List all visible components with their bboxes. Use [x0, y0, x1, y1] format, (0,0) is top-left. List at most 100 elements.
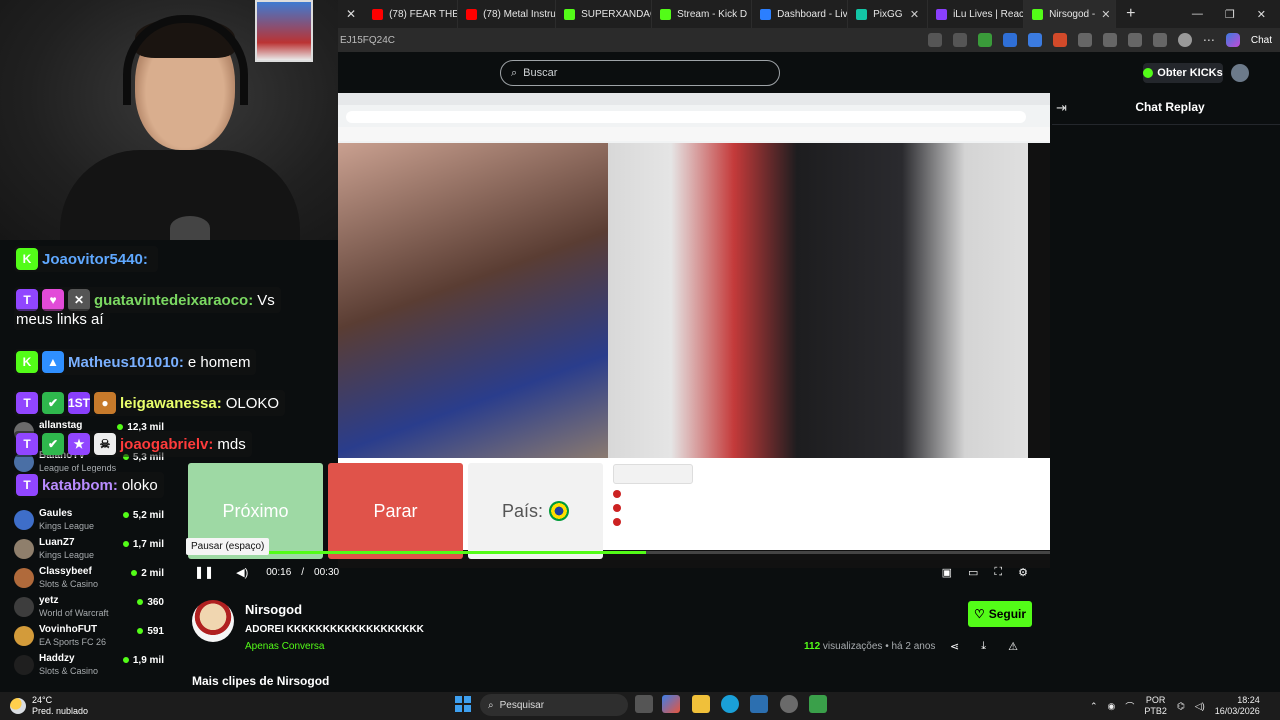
user-avatar[interactable]: [1231, 64, 1249, 82]
app-icon[interactable]: [750, 695, 768, 713]
file-explorer-icon[interactable]: [692, 695, 710, 713]
clip-icon[interactable]: ▣: [942, 566, 952, 579]
copilot-app-icon[interactable]: [662, 695, 680, 713]
obter-kicks-label: Obter KICKs: [1157, 67, 1223, 79]
theater-mode-icon[interactable]: ▭: [968, 566, 978, 579]
download-icon[interactable]: ⤓: [981, 640, 986, 653]
edge-icon[interactable]: [721, 695, 739, 713]
chat-message-text: oloko: [121, 476, 158, 494]
chat-message: T ✔ ★ ☠ joaogabrielv: mds: [14, 431, 252, 457]
obter-kicks-button[interactable]: Obter KICKs: [1143, 63, 1223, 83]
search-input[interactable]: ⌕ Buscar: [500, 60, 780, 86]
browser-tab[interactable]: Dashboard - Liv✕: [752, 0, 849, 28]
task-view-icon[interactable]: [635, 695, 653, 713]
time-total: 00:30: [314, 566, 340, 578]
weather-icon: [10, 698, 26, 714]
read-aloud-icon[interactable]: [927, 33, 942, 47]
language-indicator[interactable]: POR PTB2: [1144, 695, 1167, 717]
network-status-icon[interactable]: ⌬: [1177, 701, 1185, 712]
wall-poster: [255, 0, 313, 62]
chat-badge-icon: T: [16, 392, 38, 414]
pause-icon[interactable]: ❚❚: [194, 565, 214, 579]
browser-tab[interactable]: (78) Metal Instru✕: [458, 0, 557, 28]
weather-widget[interactable]: 24°C Pred. nublado: [10, 692, 88, 720]
chat-username: Joaovitor5440:: [42, 250, 148, 268]
volume-tray-icon[interactable]: ◁): [1195, 701, 1205, 712]
viewer-count: 360: [137, 597, 164, 608]
settings-icon[interactable]: ⚙: [1018, 566, 1028, 579]
chat-username: Matheus101010:: [68, 353, 184, 371]
weather-desc: Pred. nublado: [32, 706, 89, 716]
report-icon[interactable]: ⚠: [1008, 640, 1018, 653]
copilot-icon[interactable]: [1225, 33, 1240, 47]
browser-tab[interactable]: SUPERXANDAO✕: [556, 0, 653, 28]
favorites-icon[interactable]: [1127, 33, 1142, 47]
chat-badge-icon: T: [16, 474, 38, 496]
taskbar-search[interactable]: ⌕ Pesquisar: [480, 694, 628, 716]
chat-message-text: Vs: [257, 291, 275, 309]
country-label: País:: [501, 500, 544, 521]
browser-tab[interactable]: (78) FEAR THE C✕: [364, 0, 459, 28]
more-clips-heading: Mais clipes de Nirsogod: [192, 674, 330, 688]
browser-tab-bar: ✕ (78) FEAR THE C✕(78) Metal Instru✕SUPE…: [338, 0, 1280, 28]
extension-icon[interactable]: [1002, 33, 1017, 47]
viewer-count: 591: [137, 626, 164, 637]
search-icon: ⌕: [488, 699, 494, 711]
channel-name: Haddzy: [39, 653, 75, 664]
sidebar-channel-item[interactable]: VovinhoFUT EA Sports FC 26 591: [14, 624, 164, 652]
tab-close-icon[interactable]: ✕: [338, 7, 364, 21]
tab-close-icon[interactable]: ✕: [910, 8, 919, 21]
tray-app-icon[interactable]: ◉: [1108, 701, 1116, 712]
channel-avatar: [14, 597, 34, 617]
sidebar-channel-item[interactable]: Haddzy Slots & Casino 1,9 mil: [14, 653, 164, 681]
sidebar-channel-item[interactable]: yetz World of Warcraft 360: [14, 595, 164, 623]
tab-close-icon[interactable]: ✕: [1101, 8, 1110, 21]
maximize-icon[interactable]: ❐: [1225, 8, 1235, 21]
windows-start-icon[interactable]: [455, 696, 471, 712]
volume-icon[interactable]: ◀): [236, 566, 248, 579]
app-icon[interactable]: [809, 695, 827, 713]
tab-favicon-icon: [372, 8, 384, 20]
clock[interactable]: 18:24 16/03/2026: [1215, 695, 1260, 717]
viewer-count: 5,2 mil: [122, 510, 164, 521]
minimize-icon[interactable]: —: [1192, 8, 1203, 21]
network-icon[interactable]: ⌒: [1125, 700, 1134, 713]
browser-tab[interactable]: Stream - Kick D✕: [652, 0, 753, 28]
app-icon[interactable]: [780, 695, 798, 713]
chat-badge-icon: K: [16, 351, 38, 373]
channel-avatar[interactable]: [192, 600, 234, 642]
pause-tooltip: Pausar (espaço): [186, 538, 270, 555]
share-icon[interactable]: ⋖: [950, 640, 959, 653]
extensions-puzzle-icon[interactable]: [1077, 33, 1092, 47]
tabs-container: (78) FEAR THE C✕(78) Metal Instru✕SUPERX…: [364, 0, 1117, 28]
favorite-star-icon[interactable]: [952, 33, 967, 47]
more-menu-icon[interactable]: ⋯: [1203, 33, 1215, 47]
browser-tab[interactable]: iLu Lives | React✕: [928, 0, 1025, 28]
chat-badge-icon: 1ST: [68, 392, 90, 414]
category-link[interactable]: Apenas Conversa: [245, 641, 325, 652]
extension-icon[interactable]: [977, 33, 992, 47]
chat-button[interactable]: Chat: [1251, 35, 1272, 46]
channel-name: Classybeef: [39, 566, 92, 577]
browser-tab[interactable]: PixGG ✕: [848, 0, 929, 28]
weather-temp: 24°C: [32, 695, 53, 705]
channel-category: World of Warcraft: [39, 608, 109, 618]
extension-icon[interactable]: [1027, 33, 1042, 47]
posted-time: • há 2 anos: [885, 641, 936, 652]
extension-icon[interactable]: [1052, 33, 1067, 47]
follow-button[interactable]: ♡ Seguir: [968, 601, 1032, 627]
profile-avatar[interactable]: [1177, 33, 1192, 47]
window-close-icon[interactable]: ✕: [1257, 8, 1266, 21]
sidebar-channel-item[interactable]: Classybeef Slots & Casino 2 mil: [14, 566, 164, 594]
tray-chevron-icon[interactable]: ⌃: [1090, 701, 1098, 712]
downloads-icon[interactable]: [1152, 33, 1167, 47]
new-tab-icon[interactable]: +: [1116, 5, 1145, 23]
url-field[interactable]: EJ15FQ24C: [340, 35, 395, 46]
fullscreen-icon[interactable]: ⛶: [994, 566, 1002, 579]
sidebar-channel-item[interactable]: LuanZ7 Kings League 1,7 mil: [14, 537, 164, 565]
sidebar-channel-item[interactable]: Gaules Kings League 5,2 mil: [14, 508, 164, 536]
live-dot-icon: [122, 541, 129, 547]
channel-name[interactable]: Nirsogod: [245, 602, 302, 617]
split-screen-icon[interactable]: [1102, 33, 1117, 47]
browser-tab[interactable]: Nirsogod - ✕: [1024, 0, 1117, 28]
